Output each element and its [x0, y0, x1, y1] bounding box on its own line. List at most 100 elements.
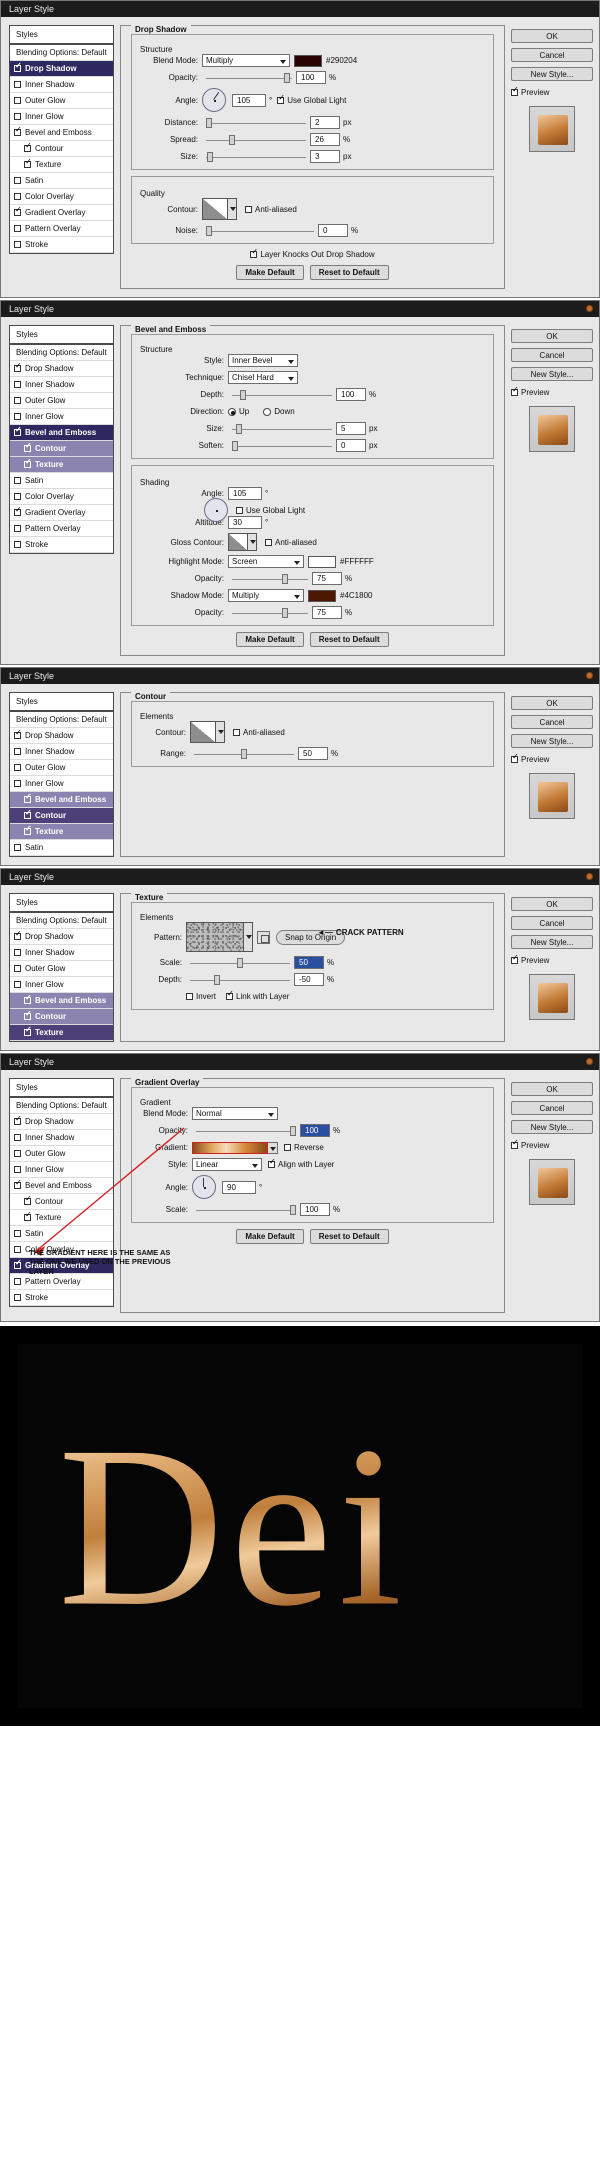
checkbox-icon[interactable] [14, 1115, 22, 1125]
checkbox-icon[interactable] [14, 381, 21, 388]
new-style-button[interactable]: New Style... [511, 367, 593, 381]
blending-options-row[interactable]: Blending Options: Default [10, 913, 113, 929]
checkbox-icon[interactable] [24, 793, 32, 803]
anti-aliased-checkbox[interactable]: Anti-aliased [233, 728, 285, 737]
sidebar-item-color-overlay[interactable]: Color Overlay [10, 189, 113, 205]
sidebar-item-texture[interactable]: Texture [10, 1025, 113, 1041]
checkbox-icon[interactable] [14, 126, 22, 136]
ok-button[interactable]: OK [511, 897, 593, 911]
distance-slider[interactable] [206, 117, 306, 129]
make-default-button[interactable]: Make Default [236, 632, 304, 647]
checkbox-icon[interactable] [14, 1179, 22, 1189]
sidebar-item-gradient-overlay[interactable]: Gradient Overlay [10, 505, 113, 521]
altitude-value[interactable]: 30 [228, 516, 262, 529]
checkbox-icon[interactable] [24, 158, 32, 168]
shadow-mode-select[interactable]: Multiply [228, 589, 304, 602]
sidebar-item-satin[interactable]: Satin [10, 1226, 113, 1242]
close-icon[interactable] [586, 873, 593, 880]
contour-thumbnail[interactable] [202, 198, 228, 220]
size-value[interactable]: 5 [336, 422, 366, 435]
slider-knob[interactable] [237, 957, 243, 968]
reverse-checkbox[interactable]: Reverse [284, 1143, 324, 1152]
new-style-button[interactable]: New Style... [511, 67, 593, 81]
sidebar-item-inner-shadow[interactable]: Inner Shadow [10, 377, 113, 393]
use-global-light-checkbox[interactable]: Use Global Light [236, 506, 305, 515]
checkbox-icon[interactable] [14, 1150, 21, 1157]
checkbox-icon[interactable] [511, 86, 519, 96]
sidebar-item-inner-shadow[interactable]: Inner Shadow [10, 945, 113, 961]
blending-options-row[interactable]: Blending Options: Default [10, 1098, 113, 1114]
checkbox-icon[interactable] [233, 728, 240, 736]
gloss-contour-thumbnail[interactable] [228, 533, 248, 551]
anti-aliased-checkbox[interactable]: Anti-aliased [265, 538, 317, 547]
reset-to-default-button[interactable]: Reset to Default [309, 632, 389, 647]
styles-list[interactable]: Styles Blending Options: Default Drop Sh… [9, 692, 114, 857]
sidebar-item-inner-shadow[interactable]: Inner Shadow [10, 744, 113, 760]
checkbox-icon[interactable] [14, 193, 21, 200]
slider-knob[interactable] [214, 974, 220, 985]
checkbox-icon[interactable] [511, 386, 519, 396]
sidebar-item-stroke[interactable]: Stroke [10, 237, 113, 253]
ok-button[interactable]: OK [511, 329, 593, 343]
sidebar-item-contour[interactable]: Contour [10, 1194, 113, 1210]
scale-value[interactable]: 100 [300, 1203, 330, 1216]
invert-checkbox[interactable]: Invert [186, 992, 216, 1001]
cancel-button[interactable]: Cancel [511, 48, 593, 62]
blending-options-row[interactable]: Blending Options: Default [10, 712, 113, 728]
highlight-color-swatch[interactable] [308, 555, 336, 568]
size-slider[interactable] [206, 151, 306, 163]
contour-picker[interactable] [190, 721, 225, 743]
angle-dial[interactable] [204, 498, 228, 522]
sidebar-item-contour[interactable]: Contour [10, 808, 113, 824]
close-icon[interactable] [586, 1058, 593, 1065]
checkbox-icon[interactable] [24, 1026, 32, 1036]
checkbox-icon[interactable] [14, 426, 22, 436]
preview-row[interactable]: Preview [511, 1139, 593, 1150]
sidebar-item-outer-glow[interactable]: Outer Glow [10, 760, 113, 776]
sidebar-item-outer-glow[interactable]: Outer Glow [10, 961, 113, 977]
checkbox-icon[interactable] [24, 458, 32, 468]
slider-knob[interactable] [229, 134, 235, 145]
slider-knob[interactable] [232, 440, 238, 451]
checkbox-icon[interactable] [14, 780, 21, 787]
checkbox-icon[interactable] [245, 205, 252, 213]
blend-mode-select[interactable]: Multiply [202, 54, 290, 67]
gradient-style-select[interactable]: Linear [192, 1158, 262, 1171]
blending-options-row[interactable]: Blending Options: Default [10, 345, 113, 361]
sidebar-item-drop-shadow[interactable]: Drop Shadow [10, 929, 113, 945]
checkbox-icon[interactable] [24, 1195, 32, 1205]
size-value[interactable]: 3 [310, 150, 340, 163]
sidebar-item-inner-glow[interactable]: Inner Glow [10, 409, 113, 425]
chevron-down-icon[interactable] [268, 1141, 278, 1154]
sidebar-item-bevel-and-emboss[interactable]: Bevel and Emboss [10, 792, 113, 808]
contour-thumbnail[interactable] [190, 721, 216, 743]
checkbox-icon[interactable] [14, 62, 22, 72]
angle-value[interactable]: 90 [222, 1180, 256, 1194]
highlight-opacity-value[interactable]: 75 [312, 572, 342, 585]
sidebar-item-outer-glow[interactable]: Outer Glow [10, 393, 113, 409]
angle-value[interactable]: 105 [232, 93, 266, 107]
ok-button[interactable]: OK [511, 1082, 593, 1096]
sidebar-item-contour[interactable]: Contour [10, 1009, 113, 1025]
scale-slider[interactable] [196, 1204, 296, 1216]
sidebar-item-drop-shadow[interactable]: Drop Shadow [10, 61, 113, 77]
slider-knob[interactable] [241, 748, 247, 759]
checkbox-icon[interactable] [14, 1246, 21, 1253]
sidebar-item-satin[interactable]: Satin [10, 173, 113, 189]
opacity-slider[interactable] [196, 1125, 296, 1137]
slider-knob[interactable] [207, 151, 213, 162]
sidebar-item-bevel-and-emboss[interactable]: Bevel and Emboss [10, 993, 113, 1009]
soften-slider[interactable] [232, 440, 332, 452]
spread-slider[interactable] [206, 134, 306, 146]
checkbox-icon[interactable] [511, 1139, 519, 1149]
checkbox-icon[interactable] [14, 206, 22, 216]
sidebar-item-inner-shadow[interactable]: Inner Shadow [10, 1130, 113, 1146]
checkbox-icon[interactable] [14, 477, 21, 484]
shadow-opacity-value[interactable]: 75 [312, 606, 342, 619]
close-icon[interactable] [586, 305, 593, 312]
slider-knob[interactable] [282, 573, 288, 584]
sidebar-item-outer-glow[interactable]: Outer Glow [10, 93, 113, 109]
reset-to-default-button[interactable]: Reset to Default [309, 265, 389, 280]
angle-dial[interactable] [192, 1175, 216, 1199]
pattern-picker[interactable] [186, 922, 253, 952]
